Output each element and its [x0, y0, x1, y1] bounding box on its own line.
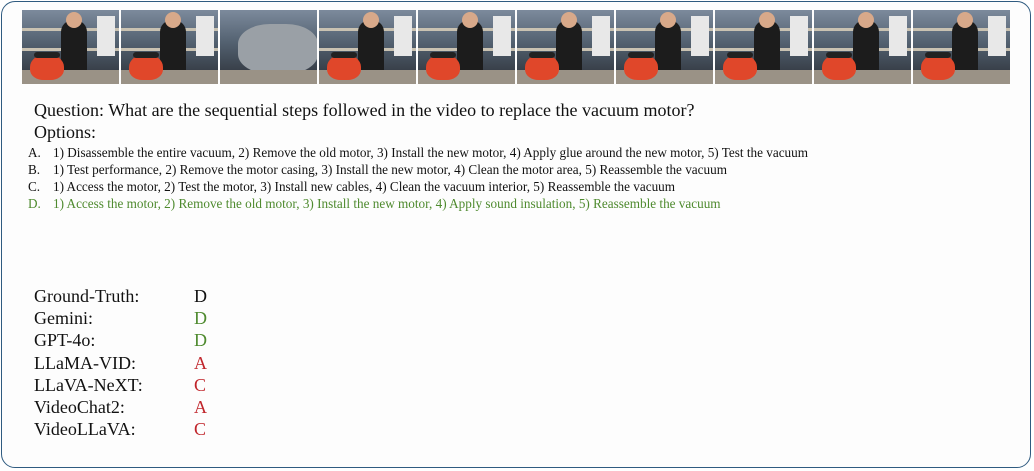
question-body: What are the sequential steps followed i… — [108, 100, 695, 120]
options-label: Options: — [34, 122, 97, 142]
model-name: Gemini: — [34, 308, 93, 329]
example-card: Question: What are the sequential steps … — [1, 1, 1031, 468]
result-row: VideoLLaVA: C — [34, 418, 207, 440]
presenter-head — [659, 12, 676, 28]
question-text: Question: What are the sequential steps … — [34, 99, 1024, 121]
model-answer: D — [194, 286, 207, 306]
vacuum-lid — [133, 52, 159, 58]
question-prefix: Question: — [34, 100, 104, 120]
store-sign — [196, 16, 214, 56]
vacuum-lid — [826, 52, 852, 58]
video-frame — [913, 10, 1010, 84]
video-frame — [814, 10, 911, 84]
option-item: B. 1) Test performance, 2) Remove the mot… — [28, 161, 1024, 178]
presenter-head — [560, 12, 577, 28]
model-answer: D — [194, 330, 207, 351]
model-name: Ground-Truth: — [34, 286, 140, 306]
result-row: Gemini: D — [34, 307, 207, 329]
model-name: LLaMA-VID: — [34, 352, 136, 373]
option-text: 1) Access the motor, 2) Remove the old m… — [53, 196, 721, 211]
model-name: VideoLLaVA: — [34, 419, 136, 440]
presenter-head — [362, 12, 379, 28]
video-frame — [220, 10, 317, 84]
result-row: LLaMA-VID: A — [34, 352, 207, 374]
options-list: A. 1) Disassemble the entire vacuum, 2) R… — [28, 144, 1024, 212]
video-frame — [319, 10, 416, 84]
vacuum-lid — [430, 52, 456, 58]
presenter-head — [65, 12, 82, 28]
model-name: VideoChat2: — [34, 397, 125, 418]
model-answer: C — [194, 374, 207, 395]
model-answer: A — [194, 397, 207, 418]
video-frame — [22, 10, 119, 84]
vacuum-lid — [529, 52, 555, 58]
model-answer: A — [194, 352, 207, 373]
option-letter: D. — [28, 196, 41, 211]
store-sign — [889, 16, 907, 56]
model-name: GPT-4o: — [34, 330, 96, 351]
video-frame — [121, 10, 218, 84]
presenter-head — [461, 12, 478, 28]
video-frame-strip — [22, 10, 1010, 84]
presenter-head — [956, 12, 973, 28]
presenter-head — [857, 12, 874, 28]
video-frame — [715, 10, 812, 84]
vacuum-lid — [925, 52, 951, 58]
option-text: 1) Disassemble the entire vacuum, 2) Rem… — [53, 145, 808, 160]
closeup-motor — [238, 24, 317, 74]
option-item: A. 1) Disassemble the entire vacuum, 2) R… — [28, 144, 1024, 161]
option-letter: B. — [28, 162, 41, 177]
store-sign — [493, 16, 511, 56]
store-sign — [790, 16, 808, 56]
store-sign — [97, 16, 115, 56]
store-sign — [988, 16, 1006, 56]
model-answer: D — [194, 308, 207, 329]
presenter-head — [164, 12, 181, 28]
video-frame — [616, 10, 713, 84]
video-frame — [517, 10, 614, 84]
workbench — [220, 70, 317, 84]
vacuum-lid — [34, 52, 60, 58]
result-row: GPT-4o: D — [34, 329, 207, 351]
option-item: D. 1) Access the motor, 2) Remove the old… — [28, 195, 1024, 212]
option-item: C. 1) Access the motor, 2) Test the motor… — [28, 178, 1024, 195]
presenter-head — [758, 12, 775, 28]
question-block: Question: What are the sequential steps … — [28, 99, 1024, 212]
option-text: 1) Access the motor, 2) Test the motor, … — [53, 179, 676, 194]
store-sign — [691, 16, 709, 56]
option-letter: A. — [28, 145, 41, 160]
vacuum-lid — [727, 52, 753, 58]
model-name: LLaVA-NeXT: — [34, 374, 143, 395]
model-results: Ground-Truth: D Gemini: D GPT-4o: D LLaMA-VID:… — [34, 285, 207, 440]
video-frame — [418, 10, 515, 84]
result-row: VideoChat2: A — [34, 396, 207, 418]
option-text: 1) Test performance, 2) Remove the motor… — [53, 162, 727, 177]
model-answer: C — [194, 419, 207, 440]
store-sign — [592, 16, 610, 56]
result-row: LLaVA-NeXT: C — [34, 374, 207, 396]
vacuum-lid — [331, 52, 357, 58]
vacuum-lid — [628, 52, 654, 58]
result-row: Ground-Truth: D — [34, 285, 207, 307]
store-sign — [394, 16, 412, 56]
option-letter: C. — [28, 179, 41, 194]
